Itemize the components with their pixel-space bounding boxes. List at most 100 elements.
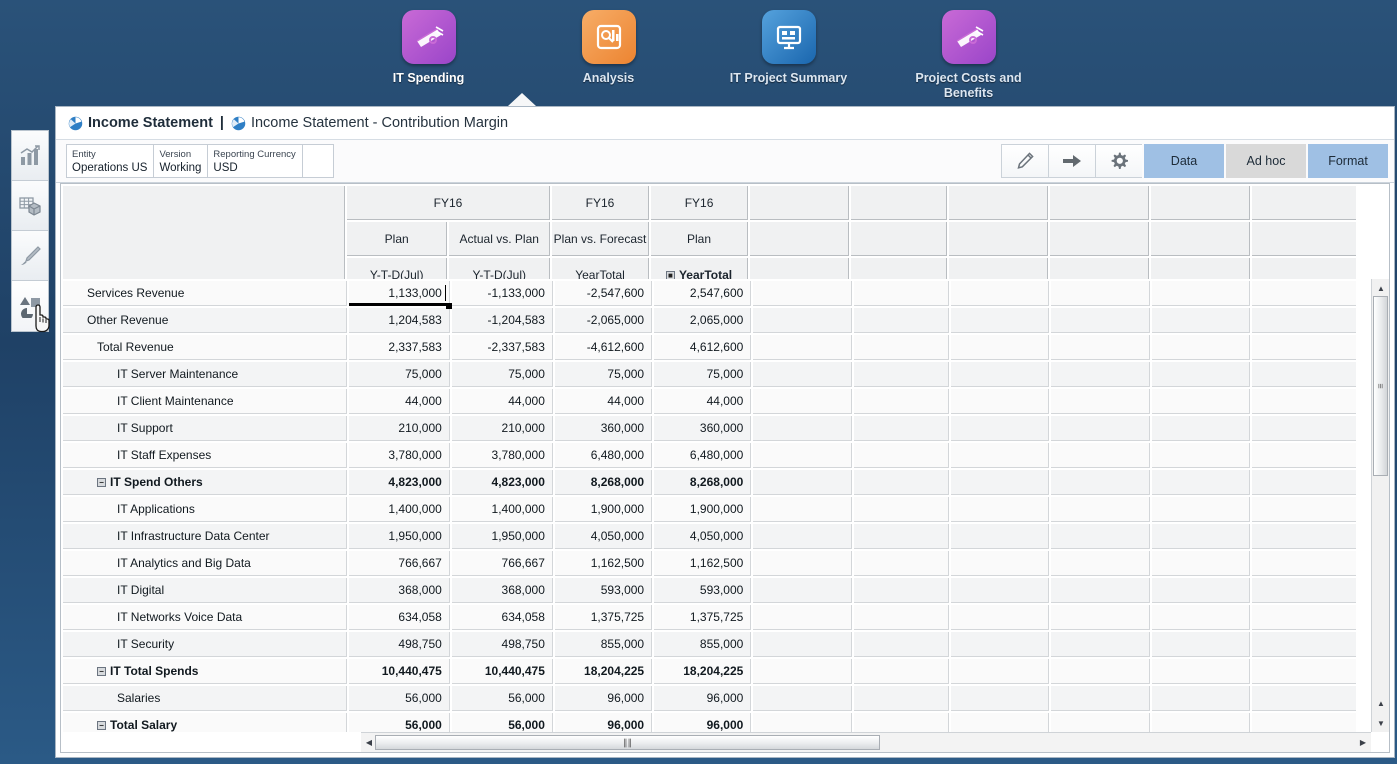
paintbrush-icon[interactable] xyxy=(12,231,48,281)
pov-reporting-currency[interactable]: Reporting Currency USD xyxy=(208,145,302,177)
nav-card-it-spending[interactable]: IT Spending xyxy=(368,10,490,86)
empty-cell[interactable] xyxy=(1152,416,1250,441)
data-cell[interactable]: 8,268,000 xyxy=(654,470,751,495)
empty-cell[interactable] xyxy=(1252,416,1356,441)
empty-cell[interactable] xyxy=(753,713,851,732)
header-cell-blank[interactable] xyxy=(851,258,947,279)
empty-cell[interactable] xyxy=(854,524,949,549)
empty-cell[interactable] xyxy=(951,686,1049,711)
scroll-left-arrow[interactable]: ◀ xyxy=(363,736,375,749)
table-row[interactable]: IT Support210,000210,000360,000360,000 xyxy=(63,416,1356,441)
empty-cell[interactable] xyxy=(1252,443,1356,468)
empty-cell[interactable] xyxy=(1252,497,1356,522)
data-cell[interactable]: -2,547,600 xyxy=(555,281,652,306)
shapes-icon[interactable] xyxy=(12,281,48,331)
header-cell-fy16-a[interactable]: FY16 xyxy=(347,186,550,220)
row-label-cell[interactable]: −Total Salary xyxy=(63,713,347,732)
empty-cell[interactable] xyxy=(951,308,1049,333)
empty-cell[interactable] xyxy=(753,470,851,495)
header-cell-plan-vs-forecast[interactable]: Plan vs. Forecast xyxy=(552,222,649,256)
empty-cell[interactable] xyxy=(951,497,1049,522)
empty-cell[interactable] xyxy=(854,443,949,468)
empty-cell[interactable] xyxy=(753,335,851,360)
table-row[interactable]: −Total Salary56,00056,00096,00096,000 xyxy=(63,713,1356,732)
data-cell[interactable]: 8,268,000 xyxy=(555,470,652,495)
empty-cell[interactable] xyxy=(854,578,949,603)
data-cell[interactable]: 75,000 xyxy=(654,362,751,387)
data-cell[interactable]: 44,000 xyxy=(452,389,553,414)
nav-card-analysis[interactable]: Analysis xyxy=(548,10,670,86)
row-label-cell[interactable]: −IT Total Spends xyxy=(63,659,347,684)
data-cell[interactable]: 56,000 xyxy=(349,713,450,732)
header-cell-blank[interactable] xyxy=(851,186,947,220)
empty-cell[interactable] xyxy=(951,470,1049,495)
empty-cell[interactable] xyxy=(1051,335,1149,360)
data-cell[interactable]: 368,000 xyxy=(452,578,553,603)
collapse-icon[interactable]: − xyxy=(97,721,106,730)
table-row[interactable]: Salaries56,00056,00096,00096,000 xyxy=(63,686,1356,711)
data-cell[interactable]: 368,000 xyxy=(349,578,450,603)
data-cell[interactable]: -1,204,583 xyxy=(452,308,553,333)
empty-cell[interactable] xyxy=(854,362,949,387)
data-cell[interactable]: 1,950,000 xyxy=(349,524,450,549)
header-cell-fy16-c[interactable]: FY16 xyxy=(651,186,748,220)
header-cell-blank[interactable] xyxy=(1252,258,1357,279)
cube-grid-icon[interactable] xyxy=(12,181,48,231)
data-cell[interactable]: 75,000 xyxy=(452,362,553,387)
data-cell[interactable]: 360,000 xyxy=(555,416,652,441)
row-label-cell[interactable]: Salaries xyxy=(63,686,347,711)
data-cell[interactable]: 4,612,600 xyxy=(654,335,751,360)
tab-format[interactable]: Format xyxy=(1308,144,1388,178)
header-cell-yeartotal-1[interactable]: YearTotal xyxy=(552,258,649,279)
empty-cell[interactable] xyxy=(1252,389,1356,414)
empty-cell[interactable] xyxy=(854,497,949,522)
empty-cell[interactable] xyxy=(1252,659,1356,684)
data-cell[interactable]: 593,000 xyxy=(555,578,652,603)
empty-cell[interactable] xyxy=(1152,605,1250,630)
data-cell[interactable]: 1,375,725 xyxy=(654,605,751,630)
empty-cell[interactable] xyxy=(854,551,949,576)
table-row[interactable]: IT Staff Expenses3,780,0003,780,0006,480… xyxy=(63,443,1356,468)
data-cell[interactable]: 593,000 xyxy=(654,578,751,603)
empty-cell[interactable] xyxy=(753,389,851,414)
empty-cell[interactable] xyxy=(854,632,949,657)
empty-cell[interactable] xyxy=(1051,578,1149,603)
breadcrumb-first[interactable]: Income Statement xyxy=(88,115,213,131)
tab-ad-hoc[interactable]: Ad hoc xyxy=(1226,144,1306,178)
data-cell[interactable]: 4,823,000 xyxy=(349,470,450,495)
empty-cell[interactable] xyxy=(1152,524,1250,549)
empty-cell[interactable] xyxy=(1252,605,1356,630)
expand-collapse-icon[interactable]: ■ xyxy=(666,271,675,280)
empty-cell[interactable] xyxy=(951,524,1049,549)
data-cell[interactable]: 1,133,000 xyxy=(349,281,450,306)
chart-icon[interactable] xyxy=(12,131,48,181)
row-label-cell[interactable]: IT Security xyxy=(63,632,347,657)
fill-handle[interactable] xyxy=(446,303,452,309)
empty-cell[interactable] xyxy=(1051,605,1149,630)
table-row[interactable]: Services Revenue1,133,000-1,133,000-2,54… xyxy=(63,281,1356,306)
empty-cell[interactable] xyxy=(753,578,851,603)
header-cell-blank[interactable] xyxy=(1151,186,1250,220)
header-cell-actual-vs-plan[interactable]: Actual vs. Plan xyxy=(449,222,550,256)
empty-cell[interactable] xyxy=(1152,389,1250,414)
scroll-up-arrow[interactable]: ▲ xyxy=(1374,281,1388,295)
pencil-icon[interactable] xyxy=(1001,144,1048,178)
row-label-cell[interactable]: IT Infrastructure Data Center xyxy=(63,524,347,549)
data-cell[interactable]: 1,400,000 xyxy=(452,497,553,522)
empty-cell[interactable] xyxy=(1152,443,1250,468)
header-cell-blank[interactable] xyxy=(851,222,947,256)
empty-cell[interactable] xyxy=(854,308,949,333)
collapse-icon[interactable]: − xyxy=(97,478,106,487)
empty-cell[interactable] xyxy=(1252,686,1356,711)
empty-cell[interactable] xyxy=(1051,281,1149,306)
header-cell-blank[interactable] xyxy=(1050,222,1149,256)
empty-cell[interactable] xyxy=(1152,308,1250,333)
empty-cell[interactable] xyxy=(1152,713,1250,732)
data-cell[interactable]: 1,162,500 xyxy=(654,551,751,576)
empty-cell[interactable] xyxy=(1252,470,1356,495)
empty-cell[interactable] xyxy=(1051,497,1149,522)
scroll-right-arrow[interactable]: ▶ xyxy=(1357,736,1369,749)
collapse-icon[interactable]: − xyxy=(97,667,106,676)
data-cell[interactable]: 75,000 xyxy=(555,362,652,387)
data-cell[interactable]: -2,065,000 xyxy=(555,308,652,333)
